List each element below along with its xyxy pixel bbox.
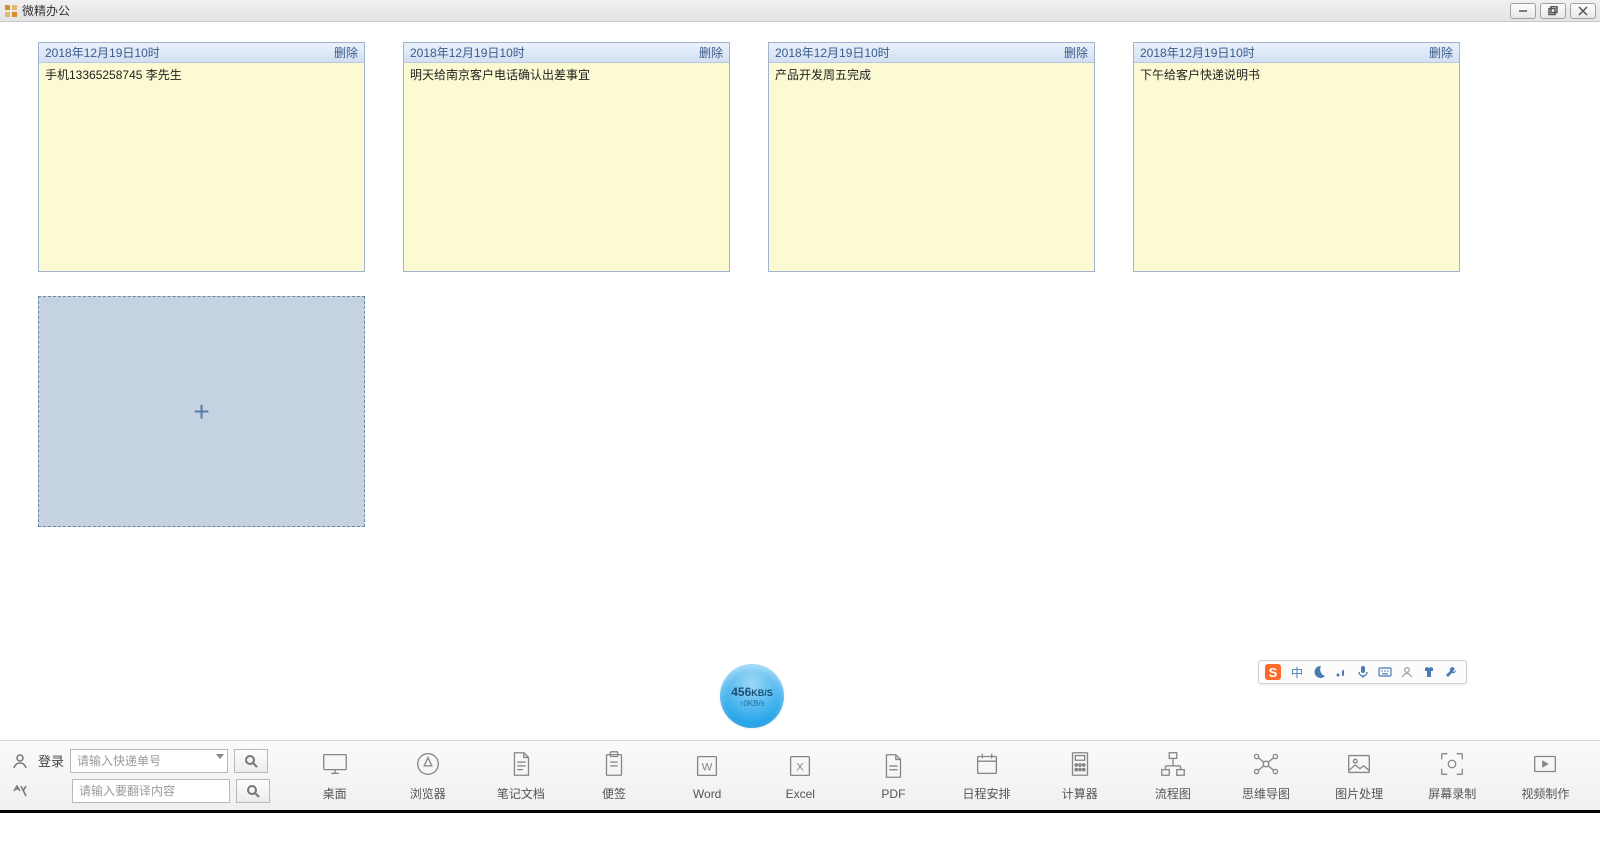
monitor-icon: [320, 749, 350, 779]
ime-toolbar[interactable]: S 中: [1258, 660, 1467, 684]
document-icon: [506, 749, 536, 779]
tool-browser[interactable]: 浏览器: [381, 749, 474, 802]
note-header: 2018年12月19日10时 删除: [769, 43, 1094, 63]
tool-label: Excel: [786, 787, 815, 801]
note-body[interactable]: 下午给客户快递说明书: [1134, 63, 1459, 271]
tool-strip: 桌面 浏览器 笔记文档 便签 W Word X Excel PDF 日程安排: [288, 749, 1592, 802]
ime-language-toggle[interactable]: 中: [1288, 663, 1306, 681]
tool-label: 浏览器: [410, 785, 446, 802]
tool-pdf[interactable]: PDF: [847, 749, 940, 802]
sogou-logo-icon[interactable]: S: [1263, 662, 1283, 682]
note-delete-link[interactable]: 删除: [1429, 44, 1453, 61]
translate-search-button[interactable]: [236, 779, 270, 803]
crop-icon: [1437, 749, 1467, 779]
title-bar: 微精办公: [0, 0, 1600, 22]
bottom-toolbar: 登录 桌面: [0, 740, 1600, 810]
maximize-button[interactable]: [1540, 3, 1566, 19]
svg-text:W: W: [702, 761, 713, 773]
upload-speed: ↑0KB/s: [739, 699, 764, 708]
express-search-button[interactable]: [234, 749, 268, 773]
app-icon: [4, 4, 18, 18]
tool-label: 计算器: [1062, 785, 1098, 802]
note-date: 2018年12月19日10时: [410, 44, 699, 61]
express-tracking-input[interactable]: [70, 749, 228, 773]
sticky-note[interactable]: 2018年12月19日10时 删除 产品开发周五完成: [768, 42, 1095, 272]
punctuation-icon[interactable]: [1332, 663, 1350, 681]
pdf-icon: [878, 751, 908, 781]
tool-excel[interactable]: X Excel: [754, 749, 847, 802]
calculator-icon: [1065, 749, 1095, 779]
note-body[interactable]: 手机13365258745 李先生: [39, 63, 364, 271]
note-delete-link[interactable]: 删除: [1064, 44, 1088, 61]
word-icon: W: [692, 751, 722, 781]
network-speed-widget[interactable]: 456KB/S ↑0KB/s: [720, 664, 784, 728]
tool-calculator[interactable]: 计算器: [1033, 749, 1126, 802]
note-delete-link[interactable]: 删除: [334, 44, 358, 61]
moon-icon[interactable]: [1310, 663, 1328, 681]
login-link[interactable]: 登录: [38, 751, 64, 770]
flowchart-icon: [1158, 749, 1188, 779]
user-icon[interactable]: [1398, 663, 1416, 681]
add-note-button[interactable]: +: [38, 296, 365, 527]
tool-label: 便签: [602, 785, 626, 802]
tool-label: Word: [693, 787, 721, 801]
svg-text:X: X: [797, 761, 805, 773]
tool-label: PDF: [881, 787, 905, 801]
user-icon: [8, 750, 32, 772]
tool-notes-doc[interactable]: 笔记文档: [474, 749, 567, 802]
tool-desktop[interactable]: 桌面: [288, 749, 381, 802]
calendar-icon: [972, 749, 1002, 779]
tool-flowchart[interactable]: 流程图: [1126, 749, 1219, 802]
main-area: 2018年12月19日10时 删除 手机13365258745 李先生 2018…: [0, 22, 1600, 732]
keyboard-icon[interactable]: [1376, 663, 1394, 681]
svg-text:S: S: [1269, 665, 1278, 680]
tool-label: 图片处理: [1335, 785, 1383, 802]
tool-image[interactable]: 图片处理: [1313, 749, 1406, 802]
sticky-note[interactable]: 2018年12月19日10时 删除 手机13365258745 李先生: [38, 42, 365, 272]
wrench-icon[interactable]: [1442, 663, 1460, 681]
tool-label: 日程安排: [963, 785, 1011, 802]
notes-grid: 2018年12月19日10时 删除 手机13365258745 李先生 2018…: [0, 22, 1600, 527]
excel-icon: X: [785, 751, 815, 781]
tool-label: 思维导图: [1242, 785, 1290, 802]
taskbar: [0, 810, 1600, 813]
tool-video[interactable]: 视频制作: [1499, 749, 1592, 802]
note-date: 2018年12月19日10时: [775, 44, 1064, 61]
tool-screenrec[interactable]: 屏幕录制: [1406, 749, 1499, 802]
sticky-note[interactable]: 2018年12月19日10时 删除 下午给客户快递说明书: [1133, 42, 1460, 272]
clipboard-icon: [599, 749, 629, 779]
tool-label: 视频制作: [1521, 785, 1569, 802]
app-title: 微精办公: [22, 2, 70, 19]
close-button[interactable]: [1570, 3, 1596, 19]
microphone-icon[interactable]: [1354, 663, 1372, 681]
note-header: 2018年12月19日10时 删除: [1134, 43, 1459, 63]
image-icon: [1344, 749, 1374, 779]
compass-icon: [413, 749, 443, 779]
translate-icon: [8, 780, 32, 802]
tool-sticky[interactable]: 便签: [567, 749, 660, 802]
note-header: 2018年12月19日10时 删除: [404, 43, 729, 63]
tool-mindmap[interactable]: 思维导图: [1219, 749, 1312, 802]
sticky-note[interactable]: 2018年12月19日10时 删除 明天给南京客户电话确认出差事宜: [403, 42, 730, 272]
mindmap-icon: [1251, 749, 1281, 779]
skin-icon[interactable]: [1420, 663, 1438, 681]
note-date: 2018年12月19日10时: [1140, 44, 1429, 61]
tool-calendar[interactable]: 日程安排: [940, 749, 1033, 802]
tool-label: 屏幕录制: [1428, 785, 1476, 802]
note-date: 2018年12月19日10时: [45, 44, 334, 61]
plus-icon: +: [193, 396, 209, 428]
tool-label: 笔记文档: [497, 785, 545, 802]
tool-word[interactable]: W Word: [661, 749, 754, 802]
note-header: 2018年12月19日10时 删除: [39, 43, 364, 63]
left-controls: 登录: [8, 749, 270, 803]
tool-label: 流程图: [1155, 785, 1191, 802]
note-body[interactable]: 产品开发周五完成: [769, 63, 1094, 271]
note-delete-link[interactable]: 删除: [699, 44, 723, 61]
translate-input[interactable]: [72, 779, 230, 803]
video-icon: [1530, 749, 1560, 779]
minimize-button[interactable]: [1510, 3, 1536, 19]
note-body[interactable]: 明天给南京客户电话确认出差事宜: [404, 63, 729, 271]
download-speed: 456KB/S: [731, 685, 773, 699]
tool-label: 桌面: [323, 785, 347, 802]
